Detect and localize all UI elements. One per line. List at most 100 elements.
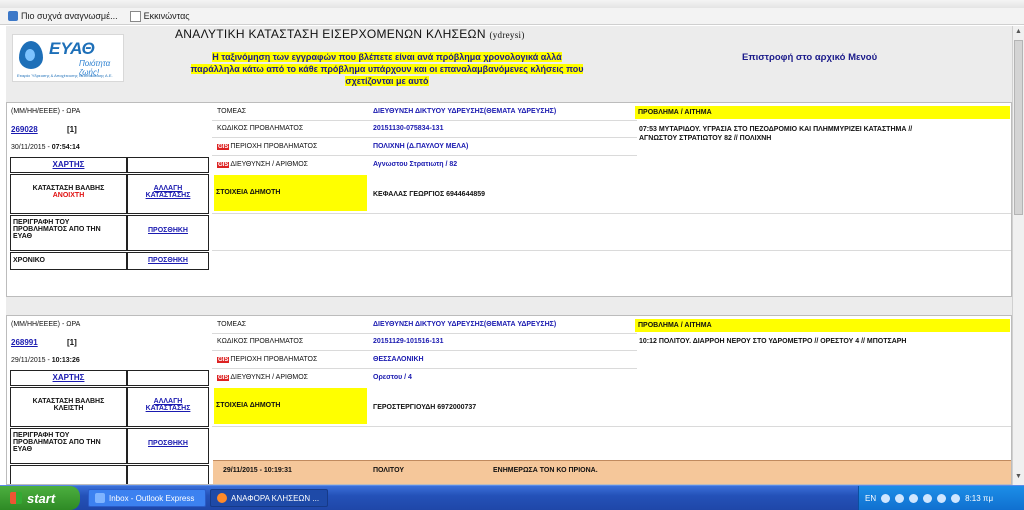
back-to-menu-link[interactable]: Επιστροφή στο αρχικό Μενού [742,52,877,63]
language-indicator[interactable]: EN [865,494,876,503]
add-description-link[interactable]: ΠΡΟΣΘΗΚΗ [148,227,188,234]
followup-note: ΕΝΗΜΕΡΩΣΑ ΤΟΝ ΚΟ ΠΡΙΟΝΑ. [493,467,598,474]
report-page: ΕΥΑΘ Ποιότητα ζωής! Εταιρία Ύδρευσης & Α… [6,26,1012,485]
description-cell: ΠΕΡΙΓΡΑΦΗ ΤΟΥ ΠΡΟΒΛΗΜΑΤΟΣ ΑΠΟ ΤΗΝ ΕΥΑΘ [10,428,127,464]
change-state-link[interactable]: ΑΛΛΑΓΗ ΚΑΤΑΣΤΑΣΗΣ [128,398,208,412]
help-icon[interactable] [881,493,891,503]
change-state-link-line-1: ΑΛΛΑΓΗ [153,398,183,405]
favorite-most-visited-label: Πιο συχνά αναγνωσμέ... [21,11,118,21]
address-label: ΔΙΕΥΘΥΝΣΗ / ΑΡΙΘΜΟΣ [230,374,309,381]
update-icon[interactable] [937,493,947,503]
problem-text-line-1: 07:53 ΜΥΤΑΡΙΔΟΥ. ΥΓΡΑΣΙΑ ΣΤΟ ΠΕΖΟΔΡΟΜΙΟ … [639,126,913,133]
network-icon[interactable] [895,493,905,503]
vertical-scrollbar[interactable]: ▲ ▼ [1012,26,1024,485]
antivirus-icon[interactable] [923,493,933,503]
page-title: ΑΝΑΛΥΤΙΚΗ ΚΑΤΑΣΤΑΣΗ ΕΙΣΕΡΧΟΜΕΝΩΝ ΚΛΗΣΕΩΝ… [175,27,525,41]
citizen-value: ΚΕΦΑΛΑΣ ΓΕΩΡΓΙΟΣ 6944644859 [373,191,486,198]
clock[interactable]: 8:13 πμ [965,494,993,503]
volume-icon[interactable] [909,493,919,503]
address-row: GIS ΔΙΕΥΘΥΝΣΗ / ΑΡΙΘΜΟΣ [217,374,308,381]
system-tray: EN 8:13 πμ [858,486,1024,510]
call-record: (ΜΜ/ΗΗ/ΕΕΕΕ) - ΩΡΑ 269028 [1] 30/11/2015… [6,102,1012,297]
security-icon[interactable] [951,493,961,503]
record-time: 07:54:14 [51,144,80,151]
area-label: ΠΕΡΙΟΧΗ ΠΡΟΒΛΗΜΑΤΟΣ [230,356,318,363]
page-title-code: (ydreysi) [489,30,525,40]
favorite-getting-started[interactable]: Εκκινώντας [129,10,190,22]
chronicle-cell [10,465,127,484]
record-date-text: 29/11/2015 - [11,357,52,364]
taskbar-item-outlook[interactable]: Inbox - Outlook Express [88,489,206,507]
change-state-link-line-2: ΚΑΤΑΣΤΑΣΗΣ [145,405,191,412]
valve-state-cell: ΚΑΤΑΣΤΑΣΗ ΒΑΛΒΗΣ ΚΛΕΙΣΤΗ [10,387,127,427]
notice-line-3: σχετίζονται με αυτό [345,76,429,86]
valve-state-label: ΚΑΤΑΣΤΑΣΗ ΒΑΛΒΗΣ [32,185,105,192]
record-date-text: 30/11/2015 - [11,144,52,151]
gis-icon[interactable]: GIS [217,375,230,381]
valve-state-cell: ΚΑΤΑΣΤΑΣΗ ΒΑΛΒΗΣ ΑΝΟΙΧΤΗ [10,174,127,214]
windows-logo-icon [10,492,22,504]
address-value: Ορεστου / 4 [373,374,412,381]
sorting-notice: Η ταξινόμηση των εγγραφών που βλέπετε εί… [152,51,622,87]
description-cell: ΠΕΡΙΓΡΑΦΗ ΤΟΥ ΠΡΟΒΛΗΜΑΤΟΣ ΑΠΟ ΤΗΝ ΕΥΑΘ [10,215,127,251]
record-count[interactable]: [1] [67,125,77,134]
notice-line-2: παράλληλα κάτω από το κάθε πρόβλημα υπάρ… [190,64,584,74]
sector-value: ΔΙΕΥΘΥΝΣΗ ΔΙΚΤΥΟΥ ΥΔΡΕΥΣΗΣ(ΘΕΜΑΤΑ ΥΔΡΕΥΣ… [373,108,557,115]
valve-state-label: ΚΑΤΑΣΤΑΣΗ ΒΑΛΒΗΣ [32,398,105,405]
problem-code-value: 20151129-101516-131 [373,338,444,345]
sector-label: ΤΟΜΕΑΣ [217,321,247,328]
scroll-down-icon[interactable]: ▼ [1014,473,1023,483]
gis-icon[interactable]: GIS [217,357,230,363]
change-state-link-line-1: ΑΛΛΑΓΗ [153,185,183,192]
start-button[interactable]: start [0,486,80,510]
area-label: ΠΕΡΙΟΧΗ ΠΡΟΒΛΗΜΑΤΟΣ [230,143,318,150]
record-id-link[interactable]: 268991 [11,338,38,347]
firefox-icon [217,493,227,503]
record-id-link[interactable]: 269028 [11,125,38,134]
problem-request-label: ΠΡΟΒΛΗΜΑ / ΑΙΤΗΜΑ [635,106,1010,119]
scrollbar-thumb[interactable] [1014,40,1023,215]
add-chronicle-link[interactable]: ΠΡΟΣΘΗΚΗ [148,257,188,264]
taskbar-item-outlook-label: Inbox - Outlook Express [109,493,195,503]
change-state-cell: ΑΛΛΑΓΗ ΚΑΤΑΣΤΑΣΗΣ [127,387,209,427]
record-count[interactable]: [1] [67,338,77,347]
address-label: ΔΙΕΥΘΥΝΣΗ / ΑΡΙΘΜΟΣ [230,161,309,168]
problem-code-label: ΚΩΔΙΚΟΣ ΠΡΟΒΛΗΜΑΤΟΣ [217,338,304,345]
taskbar: start Inbox - Outlook Express ΑΝΑΦΟΡΑ ΚΛ… [0,485,1024,510]
scroll-up-icon[interactable]: ▲ [1014,28,1023,38]
problem-text: 07:53 ΜΥΤΑΡΙΔΟΥ. ΥΓΡΑΣΙΑ ΣΤΟ ΠΕΖΟΔΡΟΜΙΟ … [639,125,1009,143]
sector-label: ΤΟΜΕΑΣ [217,108,247,115]
chronicle-label: ΧΡΟΝΙΚΟ [13,257,45,264]
add-chronicle-cell: ΠΡΟΣΘΗΚΗ [127,252,209,270]
start-label: start [27,490,56,506]
citizen-label: ΣΤΟΙΧΕΙΑ ΔΗΜΟΤΗ [214,175,367,211]
address-row: GIS ΔΙΕΥΘΥΝΣΗ / ΑΡΙΘΜΟΣ [217,161,308,168]
favorite-getting-started-label: Εκκινώντας [143,11,190,21]
problem-code-value: 20151130-075834-131 [373,125,444,132]
map-link[interactable]: ΧΑΡΤΗΣ [53,160,85,169]
description-label-1: ΠΕΡΙΓΡΑΦΗ ΤΟΥ [13,432,70,439]
map-cell: ΧΑΡΤΗΣ [10,157,127,173]
logo-text: ΕΥΑΘ [49,39,95,58]
eyath-logo: ΕΥΑΘ Ποιότητα ζωής! Εταιρία Ύδρευσης & Α… [12,34,124,82]
add-description-link[interactable]: ΠΡΟΣΘΗΚΗ [148,440,188,447]
area-row: GIS ΠΕΡΙΟΧΗ ΠΡΟΒΛΗΜΑΤΟΣ [217,356,317,363]
map-cell: ΧΑΡΤΗΣ [10,370,127,386]
map-link[interactable]: ΧΑΡΤΗΣ [53,373,85,382]
citizen-value: ΓΕΡΟΣΤΕΡΓΙΟΥΔΗ 6972000737 [373,404,477,411]
citizen-label: ΣΤΟΙΧΕΙΑ ΔΗΜΟΤΗ [214,388,367,424]
taskbar-item-browser[interactable]: ΑΝΑΦΟΡΑ ΚΛΗΣΕΩΝ ... [210,489,328,507]
change-state-link-line-2: ΚΑΤΑΣΤΑΣΗΣ [145,192,191,199]
change-state-link[interactable]: ΑΛΛΑΓΗ ΚΑΤΑΣΤΑΣΗΣ [128,185,208,199]
add-description-cell: ΠΡΟΣΘΗΚΗ [127,428,209,464]
change-state-cell: ΑΛΛΑΓΗ ΚΑΤΑΣΤΑΣΗΣ [127,174,209,214]
gis-icon[interactable]: GIS [217,144,230,150]
valve-state-value: ΑΝΟΙΧΤΗ [52,192,85,199]
page-title-text: ΑΝΑΛΥΤΙΚΗ ΚΑΤΑΣΤΑΣΗ ΕΙΣΕΡΧΟΜΕΝΩΝ ΚΛΗΣΕΩΝ [175,27,486,41]
gis-icon[interactable]: GIS [217,162,230,168]
datetime-label: (ΜΜ/ΗΗ/ΕΕΕΕ) - ΩΡΑ [11,321,81,328]
description-label-2: ΠΡΟΒΛΗΜΑΤΟΣ ΑΠΟ ΤΗΝ [13,226,101,233]
add-chronicle-cell [127,465,209,484]
favorite-most-visited[interactable]: Πιο συχνά αναγνωσμέ... [8,11,118,21]
area-value: ΘΕΣΣΑΛΟΝΙΚΗ [373,356,424,363]
